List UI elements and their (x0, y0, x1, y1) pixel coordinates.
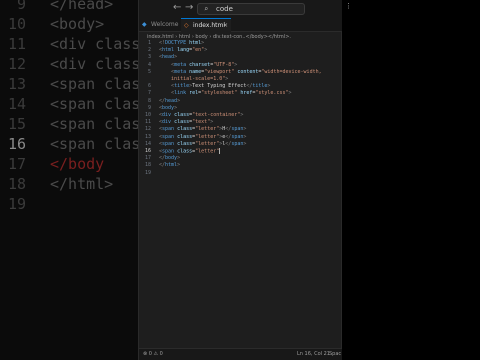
code-line[interactable]: 7 <link rel="stylesheet" href="style.css… (139, 90, 343, 97)
code-line[interactable]: 1 <!DOCTYPE html> (139, 40, 343, 47)
tab-label: index.html (193, 22, 225, 29)
line-number: 10 (144, 112, 151, 118)
arrow-left-icon[interactable]: ← (173, 2, 181, 13)
code-line[interactable]: 13 <span class="letter">e</span> (139, 134, 343, 141)
line-number: 9 (147, 104, 151, 111)
code-line[interactable]: 2 <html lang="en"> (139, 47, 343, 54)
line-number: 5 (147, 68, 151, 75)
code-line[interactable]: 14 <span class="letter">l</span> (139, 141, 343, 148)
code-text: <link rel="stylesheet" href="style.css"> (171, 90, 292, 97)
line-number: 11 (144, 119, 151, 126)
code-text: <div class="text"> (159, 119, 214, 126)
background-line-number: 18 (7, 175, 26, 193)
line-number: 16 (144, 148, 151, 154)
title-bar: ← → ⌕ code (139, 0, 343, 18)
code-line[interactable]: 18 </html> (139, 162, 343, 169)
line-number: 6 (147, 83, 151, 90)
code-line[interactable]: 9 <body> (139, 105, 343, 112)
background-line-number: 19 (7, 195, 26, 213)
line-number: 7 (147, 90, 151, 97)
right-dark-area (342, 0, 480, 360)
background-code-text: </head> (50, 0, 114, 13)
tab-welcome[interactable]: ◆ Welcome (139, 18, 179, 32)
tab-bar: ◆ Welcome ◇ index.html × (139, 18, 343, 32)
command-search-box[interactable]: ⌕ code (197, 3, 305, 15)
code-text: <!DOCTYPE html> (159, 40, 205, 46)
code-line[interactable]: 8 </head> (139, 98, 343, 105)
line-number: 4 (147, 61, 151, 68)
code-text: initial-scale=1.0"> (171, 76, 229, 82)
editor-window: ← → ⌕ code ◆ Welcome ◇ index.html × inde… (138, 0, 343, 360)
code-line[interactable]: 17 </body> (139, 155, 343, 162)
background-line-number: 16 (7, 135, 26, 153)
code-text: <meta charset="UTF-8"> (171, 61, 238, 68)
search-text: code (216, 5, 233, 13)
code-line[interactable]: initial-scale=1.0"> (139, 76, 343, 83)
code-text: <span class="letter">H</span> (159, 126, 247, 133)
status-bar: ⊗ 0 ⚠ 0 Ln 16, Col 21 Spac (139, 348, 343, 360)
code-line[interactable]: 4 <meta charset="UTF-8"> (139, 62, 343, 69)
line-number: 18 (144, 162, 151, 169)
line-number: 12 (144, 126, 151, 133)
line-number: 14 (144, 140, 151, 147)
background-line-number: 9 (16, 0, 26, 13)
code-text: <meta name="viewport" content="width=dev… (171, 68, 322, 75)
code-line[interactable]: 6 <title>Text Typing Effect</title> (139, 83, 343, 90)
tab-label: Welcome (151, 21, 179, 28)
background-code-text: </body (50, 155, 105, 173)
arrow-right-icon[interactable]: → (185, 2, 193, 13)
code-text: <html lang="en"> (159, 47, 208, 54)
cursor-position[interactable]: Ln 16, Col 21 (297, 349, 330, 360)
problems-indicator[interactable]: ⊗ 0 ⚠ 0 (143, 349, 163, 360)
code-line[interactable]: 19 (139, 170, 343, 177)
background-code-text: <body> (50, 15, 105, 33)
code-line[interactable]: 5 <meta name="viewport" content="width=d… (139, 69, 343, 76)
code-text: </body> (159, 155, 181, 162)
line-number: 17 (144, 155, 151, 162)
code-text: <body> (159, 104, 178, 111)
vscode-icon: ◆ (142, 21, 147, 28)
line-number: 3 (147, 54, 151, 61)
code-text: </html> (159, 162, 181, 169)
background-line-number: 11 (7, 35, 26, 53)
background-line-number: 14 (7, 95, 26, 113)
background-line-number: 17 (7, 155, 26, 173)
background-code-text: <div class= (50, 35, 150, 53)
background-code-text: <div class= (50, 55, 150, 73)
line-number: 1 (147, 40, 151, 46)
background-line-number: 15 (7, 115, 26, 133)
menu-icon[interactable]: ⋮ (345, 2, 353, 12)
code-line[interactable]: 10 <div class="text-container"> (139, 112, 343, 119)
background-line-number: 12 (7, 55, 26, 73)
code-text: </head> (159, 97, 181, 104)
line-number: 13 (144, 133, 151, 140)
code-line[interactable]: 11 <div class="text"> (139, 119, 343, 126)
html-file-icon: ◇ (184, 22, 189, 29)
line-number: 2 (147, 47, 151, 54)
line-number: 8 (147, 97, 151, 104)
background-line-number: 10 (7, 15, 26, 33)
search-icon: ⌕ (204, 5, 209, 13)
background-code-text: </html> (50, 175, 114, 193)
line-number: 19 (144, 169, 151, 176)
tab-index-html[interactable]: ◇ index.html × (181, 18, 231, 32)
code-line[interactable]: 3 <head> (139, 54, 343, 61)
code-text: <span class="letter">l</span> (159, 140, 247, 147)
code-text: <div class="text-container"> (159, 112, 244, 118)
code-text: <title>Text Typing Effect</title> (171, 83, 271, 90)
code-line[interactable]: 16 <span class="letter" (139, 148, 343, 155)
code-text: <span class="letter">e</span> (159, 133, 247, 140)
code-line[interactable]: 12 <span class="letter">H</span> (139, 126, 343, 133)
close-icon[interactable]: × (223, 19, 228, 33)
indentation-indicator[interactable]: Spac (329, 349, 341, 360)
code-text: <head> (159, 54, 178, 61)
background-line-number: 13 (7, 75, 26, 93)
